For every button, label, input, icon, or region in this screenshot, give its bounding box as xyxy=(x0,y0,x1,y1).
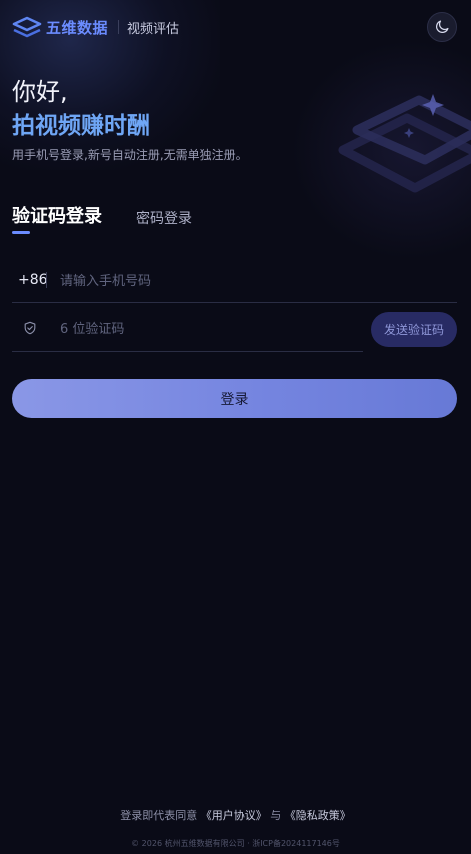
moon-icon xyxy=(436,20,449,33)
shield-check-icon xyxy=(24,321,36,335)
header: 五维数据 视频评估 xyxy=(12,12,457,44)
country-code-prefix[interactable]: +86 xyxy=(18,272,48,288)
phone-field: +86 xyxy=(12,258,457,303)
agreement-notice: 登录即代表同意 《用户协议》 与 《隐私政策》 xyxy=(0,807,471,823)
greeting-heading: 你好, xyxy=(12,78,68,106)
active-tab-indicator xyxy=(12,231,30,234)
tab-sms-login[interactable]: 验证码登录 xyxy=(12,202,102,228)
product-name: 视频评估 xyxy=(127,21,180,37)
login-button[interactable]: 登录 xyxy=(12,379,457,418)
tab-password-login[interactable]: 密码登录 xyxy=(136,208,192,228)
phone-input[interactable] xyxy=(58,268,442,294)
user-agreement-link[interactable]: 《用户协议》 xyxy=(201,809,267,822)
agreement-prefix: 登录即代表同意 xyxy=(120,809,198,822)
login-hint-text: 用手机号登录,新号自动注册,无需单独注册。 xyxy=(12,148,248,162)
brand-divider xyxy=(118,20,120,34)
code-field xyxy=(12,306,363,352)
login-page: 五维数据 视频评估 你好, 拍视频赚时酬 用手机号登录,新号自动注册,无需单独注… xyxy=(0,0,471,854)
brand-logo-icon xyxy=(12,16,42,38)
copyright-text: © 2026 杭州五维数据有限公司 · 浙ICP备2024117146号 xyxy=(131,839,340,848)
privacy-policy-link[interactable]: 《隐私政策》 xyxy=(285,809,351,822)
brand-name: 五维数据 xyxy=(46,18,109,37)
layers-decoration-icon xyxy=(338,94,471,193)
theme-toggle-button[interactable] xyxy=(427,12,457,42)
prefix-divider xyxy=(46,272,47,288)
verification-code-input[interactable] xyxy=(58,316,352,342)
agreement-connector: 与 xyxy=(270,809,282,822)
brand-logo[interactable]: 五维数据 视频评估 xyxy=(12,16,179,38)
slogan-heading: 拍视频赚时酬 xyxy=(12,113,150,139)
send-code-button[interactable]: 发送验证码 xyxy=(371,312,457,347)
